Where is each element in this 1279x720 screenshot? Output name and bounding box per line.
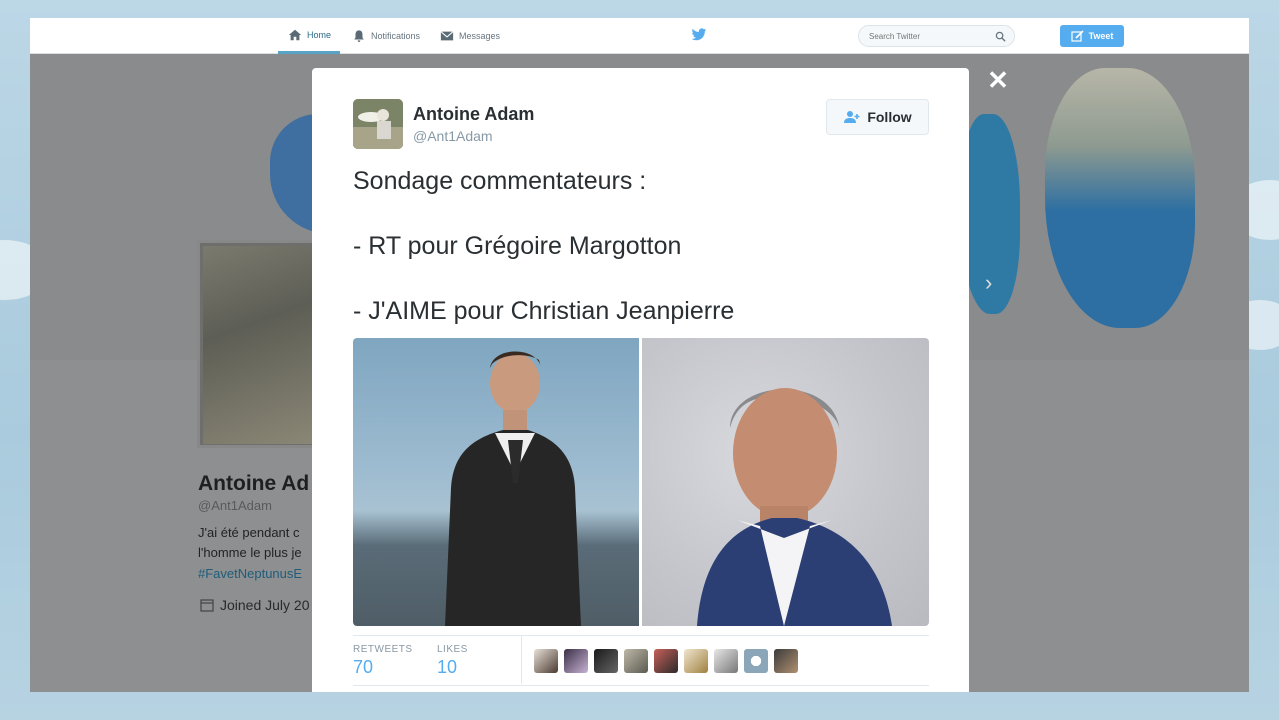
stats-divider-bottom	[353, 685, 929, 686]
photo-right-figure	[697, 388, 892, 626]
liker-avatar[interactable]	[744, 649, 768, 673]
liker-avatar[interactable]	[594, 649, 618, 673]
profile-photo	[203, 246, 315, 444]
twitter-bird-icon[interactable]	[691, 28, 707, 42]
follow-button[interactable]: Follow	[826, 99, 929, 135]
search-icon[interactable]	[995, 31, 1006, 42]
profile-hashtag[interactable]: #FavetNeptunusE	[198, 566, 302, 581]
tweet-photo-right[interactable]	[642, 338, 929, 626]
liker-avatars	[534, 649, 798, 673]
chevron-right-icon[interactable]: ›	[985, 270, 992, 296]
search-box[interactable]	[858, 25, 1015, 47]
tweet-photo-left[interactable]	[353, 338, 639, 626]
header-image-decoration	[1045, 68, 1195, 328]
liker-avatar[interactable]	[654, 649, 678, 673]
nav-home[interactable]: Home	[278, 18, 340, 54]
profile-avatar-large	[197, 240, 315, 448]
retweets-label: RETWEETS	[353, 644, 413, 655]
liker-avatar[interactable]	[714, 649, 738, 673]
tweet-button-label: Tweet	[1088, 31, 1114, 41]
likes-label: LIKES	[437, 644, 468, 655]
nav-notifications-label: Notifications	[371, 31, 421, 41]
follow-button-label: Follow	[867, 109, 912, 125]
liker-avatar[interactable]	[624, 649, 648, 673]
bell-icon	[354, 30, 364, 42]
envelope-icon	[440, 31, 454, 41]
add-user-icon	[844, 111, 860, 123]
profile-joined: Joined July 20	[200, 597, 310, 613]
tweet-text-line: Sondage commentateurs :	[353, 167, 647, 195]
tweet-button[interactable]: Tweet	[1060, 25, 1124, 47]
tweet-media[interactable]	[353, 338, 929, 626]
author-name[interactable]: Antoine Adam	[413, 104, 534, 125]
tweet-text-line: - J'AIME pour Christian Jeanpierre	[353, 297, 735, 325]
liker-avatar[interactable]	[774, 649, 798, 673]
tweet-text-line: - RT pour Grégoire Margotton	[353, 232, 682, 260]
home-icon	[288, 29, 302, 40]
tweet-modal: Antoine Adam @Ant1Adam Follow Sondage co…	[312, 68, 969, 692]
profile-bio-line: l'homme le plus je	[198, 545, 302, 560]
likes-count[interactable]: 10	[437, 657, 457, 678]
liker-avatar[interactable]	[564, 649, 588, 673]
compose-icon	[1070, 30, 1084, 42]
close-icon[interactable]: ✕	[987, 66, 1009, 94]
top-navigation-bar: Home Notifications Messages Tweet	[30, 18, 1249, 54]
retweets-count[interactable]: 70	[353, 657, 373, 678]
calendar-icon	[200, 599, 214, 612]
profile-handle: @Ant1Adam	[198, 498, 272, 513]
profile-bio-line: J'ai été pendant c	[198, 525, 300, 540]
search-input[interactable]	[869, 31, 989, 41]
liker-avatar[interactable]	[684, 649, 708, 673]
nav-messages-label: Messages	[459, 31, 501, 41]
avatar-image	[353, 99, 403, 149]
avatar[interactable]	[353, 99, 403, 149]
author-handle[interactable]: @Ant1Adam	[413, 128, 493, 144]
stats-separator	[521, 636, 522, 684]
nav-home-label: Home	[307, 29, 332, 40]
profile-joined-text: Joined July 20	[220, 597, 310, 613]
profile-name: Antoine Ad	[198, 472, 310, 495]
nav-messages[interactable]: Messages	[440, 18, 500, 54]
nav-notifications[interactable]: Notifications	[352, 18, 420, 54]
liker-avatar[interactable]	[534, 649, 558, 673]
stats-divider-top	[353, 635, 929, 636]
photo-left-figure	[445, 351, 581, 626]
